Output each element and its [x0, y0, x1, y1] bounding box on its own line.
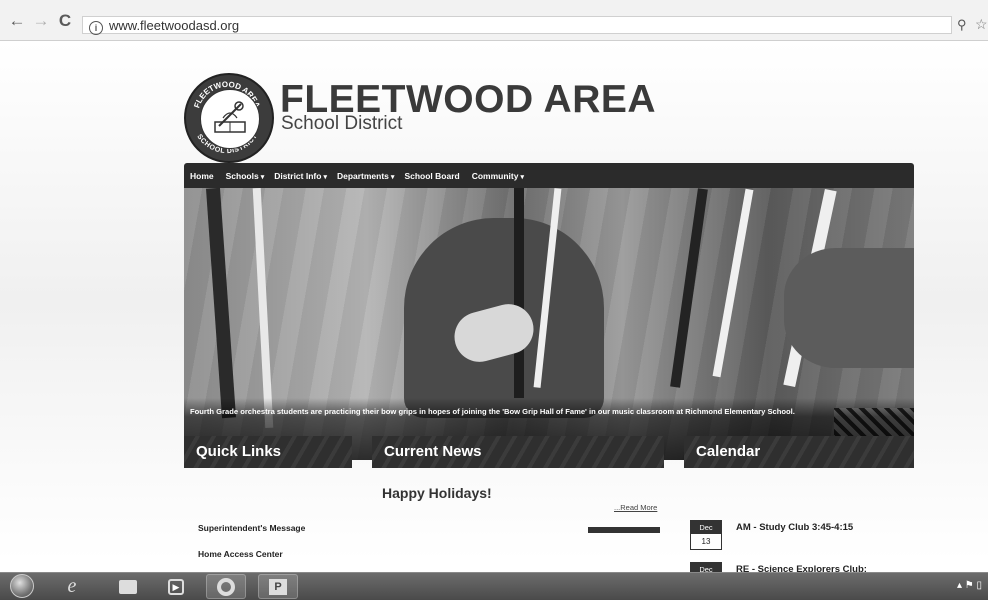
web-page: FLEETWOOD AREA SCHOOL DISTRICT FLEETWOOD… — [0, 41, 988, 561]
calendar-date-badge: Dec 13 — [690, 520, 722, 550]
file-explorer-icon[interactable] — [108, 574, 148, 599]
lamp-book-icon — [214, 101, 246, 133]
internet-explorer-icon[interactable]: e — [52, 574, 92, 599]
hero-slider[interactable]: Fourth Grade orchestra students are prac… — [184, 188, 914, 460]
current-news-heading: Current News — [372, 436, 664, 468]
calendar-event[interactable]: AM - Study Club 3:45-4:15 — [736, 522, 853, 533]
slide-caption: Fourth Grade orchestra students are prac… — [190, 407, 795, 416]
windows-taskbar: e ▶ P ▴ ⚑ ▯ — [0, 572, 988, 600]
forward-icon[interactable]: → — [32, 12, 50, 30]
reload-icon[interactable]: C — [56, 12, 74, 30]
chevron-down-icon: ▾ — [390, 173, 395, 181]
chrome-browser-icon[interactable] — [206, 574, 246, 599]
nav-label[interactable]: District Info — [274, 171, 321, 181]
back-icon[interactable]: ← — [8, 12, 26, 30]
district-logo[interactable]: FLEETWOOD AREA SCHOOL DISTRICT — [184, 73, 274, 163]
chevron-down-icon: ▾ — [520, 173, 524, 181]
slider-photo-detail — [784, 248, 914, 368]
news-article-title[interactable]: Happy Holidays! — [382, 485, 492, 501]
start-button-icon[interactable] — [10, 574, 34, 598]
nav-item-schools[interactable]: Schools ▾ — [226, 171, 265, 181]
slider-photo-detail — [252, 188, 274, 429]
news-next-bar — [588, 527, 660, 533]
slider-photo-detail — [670, 188, 708, 388]
address-bar[interactable]: i www.fleetwoodasd.org — [82, 16, 952, 35]
quick-links-heading: Quick Links — [184, 436, 352, 468]
nav-label[interactable]: Schools — [226, 171, 259, 181]
slider-photo-detail — [205, 188, 237, 419]
info-icon[interactable]: i — [89, 21, 103, 35]
nav-item-district-info[interactable]: District Info ▾ — [274, 171, 327, 181]
read-more-link[interactable]: ...Read More — [614, 503, 657, 512]
nav-label[interactable]: School Board — [404, 171, 459, 181]
slider-photo-detail — [514, 188, 524, 398]
chevron-down-icon: ▾ — [323, 173, 327, 181]
quick-link-superintendent[interactable]: Superintendent's Message — [198, 523, 305, 533]
site-subtitle[interactable]: School District — [281, 113, 402, 135]
nav-item-departments[interactable]: Departments ▾ — [337, 171, 394, 181]
nav-item-home[interactable]: Home — [190, 171, 216, 181]
browser-toolbar: ← → C i www.fleetwoodasd.org ⚲ ☆ — [0, 0, 988, 41]
bookmark-star-icon[interactable]: ☆ — [975, 16, 988, 33]
logo-emblem — [200, 89, 260, 149]
powerpoint-icon[interactable]: P — [258, 574, 298, 599]
zoom-icon[interactable]: ⚲ — [957, 17, 967, 33]
nav-label[interactable]: Home — [190, 171, 214, 181]
nav-label[interactable]: Departments — [337, 171, 389, 181]
calendar-day: 13 — [701, 537, 711, 546]
calendar-heading: Calendar — [684, 436, 914, 468]
nav-label[interactable]: Community — [472, 171, 519, 181]
system-tray[interactable]: ▴ ⚑ ▯ — [957, 580, 982, 591]
main-navigation: Home Schools ▾ District Info ▾ Departments… — [184, 163, 914, 188]
media-player-icon[interactable]: ▶ — [156, 574, 196, 599]
slider-photo-detail — [712, 188, 754, 378]
url-text[interactable]: www.fleetwoodasd.org — [109, 18, 239, 33]
chevron-down-icon: ▾ — [260, 173, 265, 181]
nav-item-community[interactable]: Community ▾ — [472, 171, 524, 181]
calendar-month: Dec — [691, 521, 721, 534]
quick-link-home-access[interactable]: Home Access Center — [198, 549, 283, 559]
nav-item-school-board[interactable]: School Board — [404, 171, 461, 181]
